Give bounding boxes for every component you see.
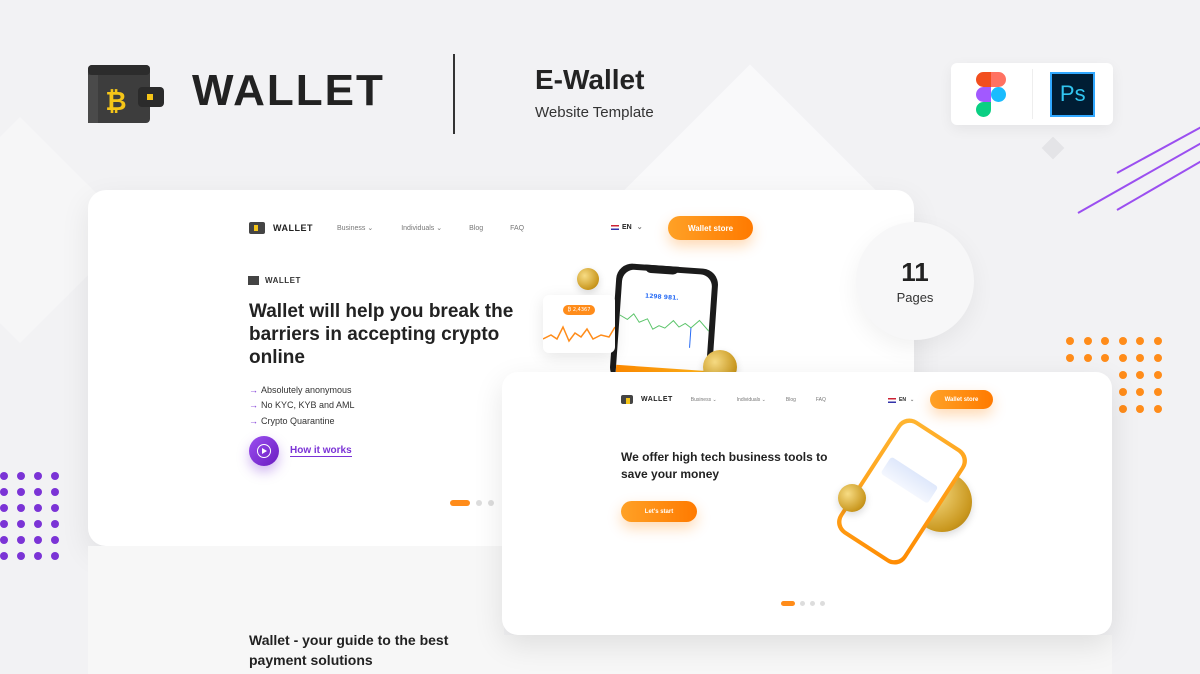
language-label: EN [622, 223, 632, 231]
business-navbar: WALLET Business ⌄ Individuals ⌄ Blog FAQ [621, 395, 826, 404]
orange-dot [1083, 354, 1092, 362]
nav-logo-icon [249, 222, 265, 234]
orange-dot [1136, 371, 1144, 379]
pages-count: 11 [901, 256, 929, 287]
nav-link-individuals[interactable]: Individuals ⌄ [737, 397, 766, 403]
nav-logo-icon [621, 395, 633, 404]
header-divider [453, 54, 455, 134]
orange-dot [1118, 388, 1127, 396]
orange-dot [1066, 354, 1074, 362]
decorative-lines [1077, 126, 1200, 214]
phone-mockup: 1298 981. ₿ 2,4367 [543, 258, 783, 390]
product-title: E-Wallet [535, 64, 645, 95]
price-chart [619, 313, 710, 348]
chevron-down-icon: ⌄ [909, 397, 915, 403]
figma-icon [976, 71, 1007, 117]
orange-dot [1153, 337, 1162, 345]
wallet-logo-icon: ₿ [88, 65, 164, 123]
pager-dot[interactable] [820, 601, 825, 606]
arrow-right-icon: → [249, 415, 258, 426]
pager-dot[interactable] [800, 601, 805, 606]
language-selector[interactable]: EN ⌄ [888, 397, 914, 403]
feature-item: → No KYC, KYB and AML [249, 400, 355, 411]
feature-item: → Absolutely anonymous [249, 384, 352, 395]
hero-brand-label: WALLET [265, 276, 301, 285]
pager-dot[interactable] [488, 500, 494, 506]
home-pager [450, 500, 494, 506]
orange-dot [1153, 388, 1162, 396]
play-icon [257, 444, 271, 458]
nav-brand[interactable]: WALLET [641, 396, 673, 403]
business-pager [781, 601, 825, 606]
wallet-store-button[interactable]: Wallet store [930, 390, 993, 409]
how-it-works-link[interactable]: How it works [290, 445, 352, 457]
orange-dot [1153, 405, 1162, 413]
nav-link-individuals[interactable]: Individuals ⌄ [401, 224, 442, 232]
feature-list: → Absolutely anonymous → No KYC, KYB and A… [249, 382, 355, 429]
photoshop-icon: Ps [1050, 71, 1096, 117]
pager-dot-active[interactable] [450, 500, 470, 506]
business-preview-card: WALLET Business ⌄ Individuals ⌄ Blog FAQ… [502, 372, 1112, 635]
brand-name: WALLET [192, 66, 385, 115]
orange-dot [1101, 337, 1109, 345]
lets-start-button[interactable]: Let's start [621, 501, 697, 522]
orange-dot [1066, 337, 1074, 345]
play-video-button[interactable] [249, 436, 279, 466]
nav-link-blog[interactable]: Blog [469, 225, 483, 232]
orange-dot [1118, 337, 1127, 345]
product-subtitle: Website Template [535, 104, 654, 121]
bg-diamond [1041, 136, 1065, 160]
pages-count-badge: 11 Pages [856, 222, 974, 340]
language-label: EN [899, 397, 906, 403]
orange-dot [1118, 354, 1127, 362]
rate-pill: ₿ 2,4367 [563, 305, 595, 315]
section-title: Wallet - your guide to the best payment … [249, 632, 449, 668]
pager-dot[interactable] [476, 500, 482, 506]
rate-card: ₿ 2,4367 [543, 295, 615, 353]
orange-dot [1083, 337, 1092, 345]
feature-item: → Crypto Quarantine [249, 415, 335, 426]
nav-link-business[interactable]: Business ⌄ [691, 397, 717, 403]
nav-link-faq[interactable]: FAQ [510, 225, 524, 232]
nav-link-business[interactable]: Business ⌄ [337, 224, 373, 232]
portfolio-balance: 1298 981. [644, 292, 679, 302]
nav-link-faq[interactable]: FAQ [816, 397, 826, 403]
us-flag-icon [888, 397, 896, 403]
orange-dot [1136, 337, 1144, 345]
svg-text:₿: ₿ [105, 87, 126, 117]
hero-brand: WALLET [248, 276, 301, 285]
language-selector[interactable]: EN ⌄ [611, 223, 643, 231]
orange-dot [1153, 354, 1162, 362]
arrow-right-icon: → [249, 400, 258, 411]
purple-dot-grid [0, 472, 60, 560]
wallet-store-button[interactable]: Wallet store [668, 216, 753, 240]
nav-link-blog[interactable]: Blog [786, 397, 796, 403]
hero-logo-icon [248, 276, 259, 285]
pager-dot-active[interactable] [781, 601, 795, 606]
business-hero-title: We offer high tech business tools to sav… [621, 450, 828, 481]
orange-dot [1136, 388, 1144, 396]
coin-icon [838, 484, 866, 512]
pages-label: Pages [896, 289, 934, 305]
rate-chart [543, 325, 615, 343]
orange-dot [1136, 354, 1144, 362]
orange-dot [1118, 371, 1127, 379]
pager-dot[interactable] [810, 601, 815, 606]
us-flag-icon [611, 224, 619, 230]
figma-tool [951, 63, 1032, 125]
coin-icon [577, 268, 599, 290]
photoshop-tool: Ps [1033, 63, 1114, 125]
orange-dot [1153, 371, 1162, 379]
trading-chart [880, 456, 939, 504]
tools-card: Ps [951, 63, 1113, 125]
chevron-down-icon: ⌄ [636, 224, 643, 231]
arrow-right-icon: → [249, 384, 258, 395]
nav-brand[interactable]: WALLET [273, 223, 313, 233]
orange-dot [1118, 405, 1127, 413]
orange-dot [1136, 405, 1144, 413]
orange-dot [1101, 354, 1109, 362]
lower-section-panel [502, 635, 1112, 674]
hero-title: Wallet will help you break the barriers … [249, 301, 514, 368]
